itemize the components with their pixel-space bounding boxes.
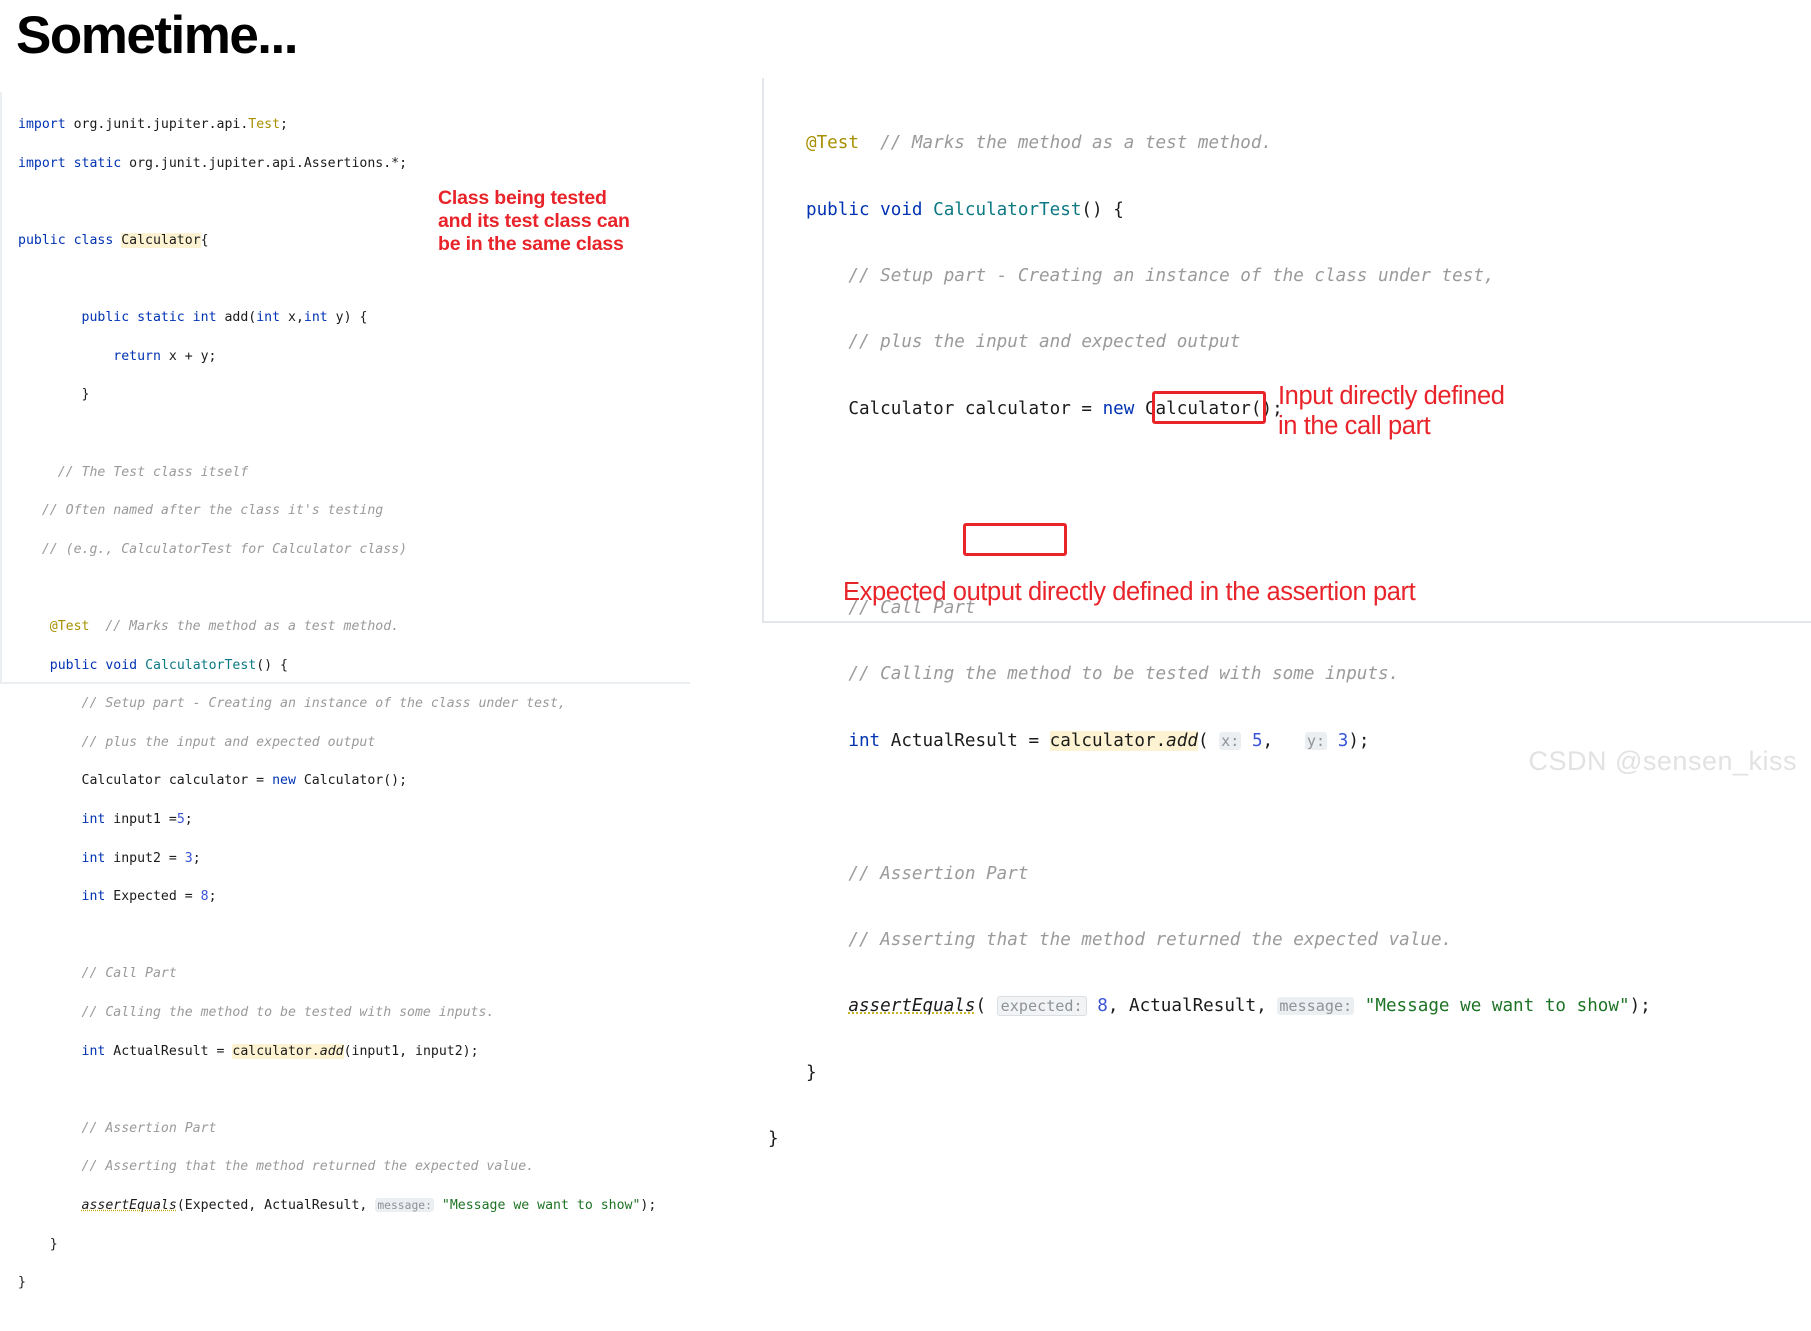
param-hint-message: message: <box>1277 997 1355 1016</box>
code-line: // Calling the method to be tested with … <box>806 664 1400 685</box>
param-hint-y: y: <box>1304 731 1328 750</box>
code-line: // plus the input and expected output <box>18 734 376 750</box>
code-line: @Test // Marks the method as a test meth… <box>49 619 400 635</box>
code-line: } <box>768 1129 779 1150</box>
code-line: public void CalculatorTest() { <box>49 657 288 673</box>
left-code-block: import org.junit.jupiter.api.Test; impor… <box>18 96 656 1331</box>
code-line: // The Test class itself <box>18 464 249 480</box>
code-line: // (e.g., CalculatorTest for Calculator … <box>18 541 408 557</box>
code-line: Calculator calculator = new Calculator()… <box>18 773 408 789</box>
code-line: // Calling the method to be tested with … <box>18 1004 495 1020</box>
param-hint-x: x: <box>1219 731 1242 750</box>
code-line: // Asserting that the method returned th… <box>806 930 1453 951</box>
left-code-panel: import org.junit.jupiter.api.Test; impor… <box>0 92 690 1290</box>
code-line: int input1 =5; <box>81 811 193 827</box>
code-line: assertEquals( expected: 8, ActualResult,… <box>848 996 1651 1017</box>
code-line: return x + y; <box>113 348 217 364</box>
code-line: } <box>806 1062 817 1083</box>
param-hint-expected: expected: <box>996 996 1087 1017</box>
highlight-box-expected-value <box>963 523 1067 556</box>
annotation-class-note: Class being tested and its test class ca… <box>438 187 630 255</box>
code-line: // Asserting that the method returned th… <box>18 1159 535 1175</box>
code-line: // plus the input and expected output <box>806 332 1241 353</box>
code-line: import org.junit.jupiter.api.Test; <box>18 117 288 133</box>
code-line: int ActualResult = calculator.add( x: 5,… <box>848 730 1370 751</box>
annotation-input-note: Input directly defined in the call part <box>1278 382 1505 440</box>
code-line: int Expected = 8; <box>81 889 217 905</box>
code-line: import static org.junit.jupiter.api.Asse… <box>18 155 408 171</box>
code-line: @Test // Marks the method as a test meth… <box>806 133 1273 154</box>
code-line: int ActualResult = calculator.add(input1… <box>81 1043 479 1059</box>
code-line: } <box>18 387 90 403</box>
code-line: assertEquals(Expected, ActualResult, mes… <box>81 1197 657 1213</box>
annotation-expected-note: Expected output directly defined in the … <box>843 578 1416 606</box>
code-line: } <box>18 1275 26 1291</box>
code-line: int input2 = 3; <box>81 850 201 866</box>
page-title: Sometime... <box>16 6 298 65</box>
code-line: public static int add(int x,int y) { <box>81 310 368 326</box>
code-line: // Setup part - Creating an instance of … <box>18 696 566 712</box>
code-line: // Often named after the class it's test… <box>18 503 384 519</box>
highlight-box-input-params <box>1152 391 1266 424</box>
code-line: // Assertion Part <box>18 1120 217 1136</box>
code-line: } <box>18 1236 58 1252</box>
code-line: // Assertion Part <box>806 863 1029 884</box>
code-line: // Call Part <box>18 966 177 982</box>
watermark: CSDN @sensen_kiss <box>1528 746 1797 776</box>
right-code-block: @Test // Marks the method as a test meth… <box>768 94 1651 1223</box>
code-line: public void CalculatorTest() { <box>806 199 1124 220</box>
code-line: // Setup part - Creating an instance of … <box>806 266 1495 287</box>
right-code-panel: @Test // Marks the method as a test meth… <box>762 78 1811 1149</box>
